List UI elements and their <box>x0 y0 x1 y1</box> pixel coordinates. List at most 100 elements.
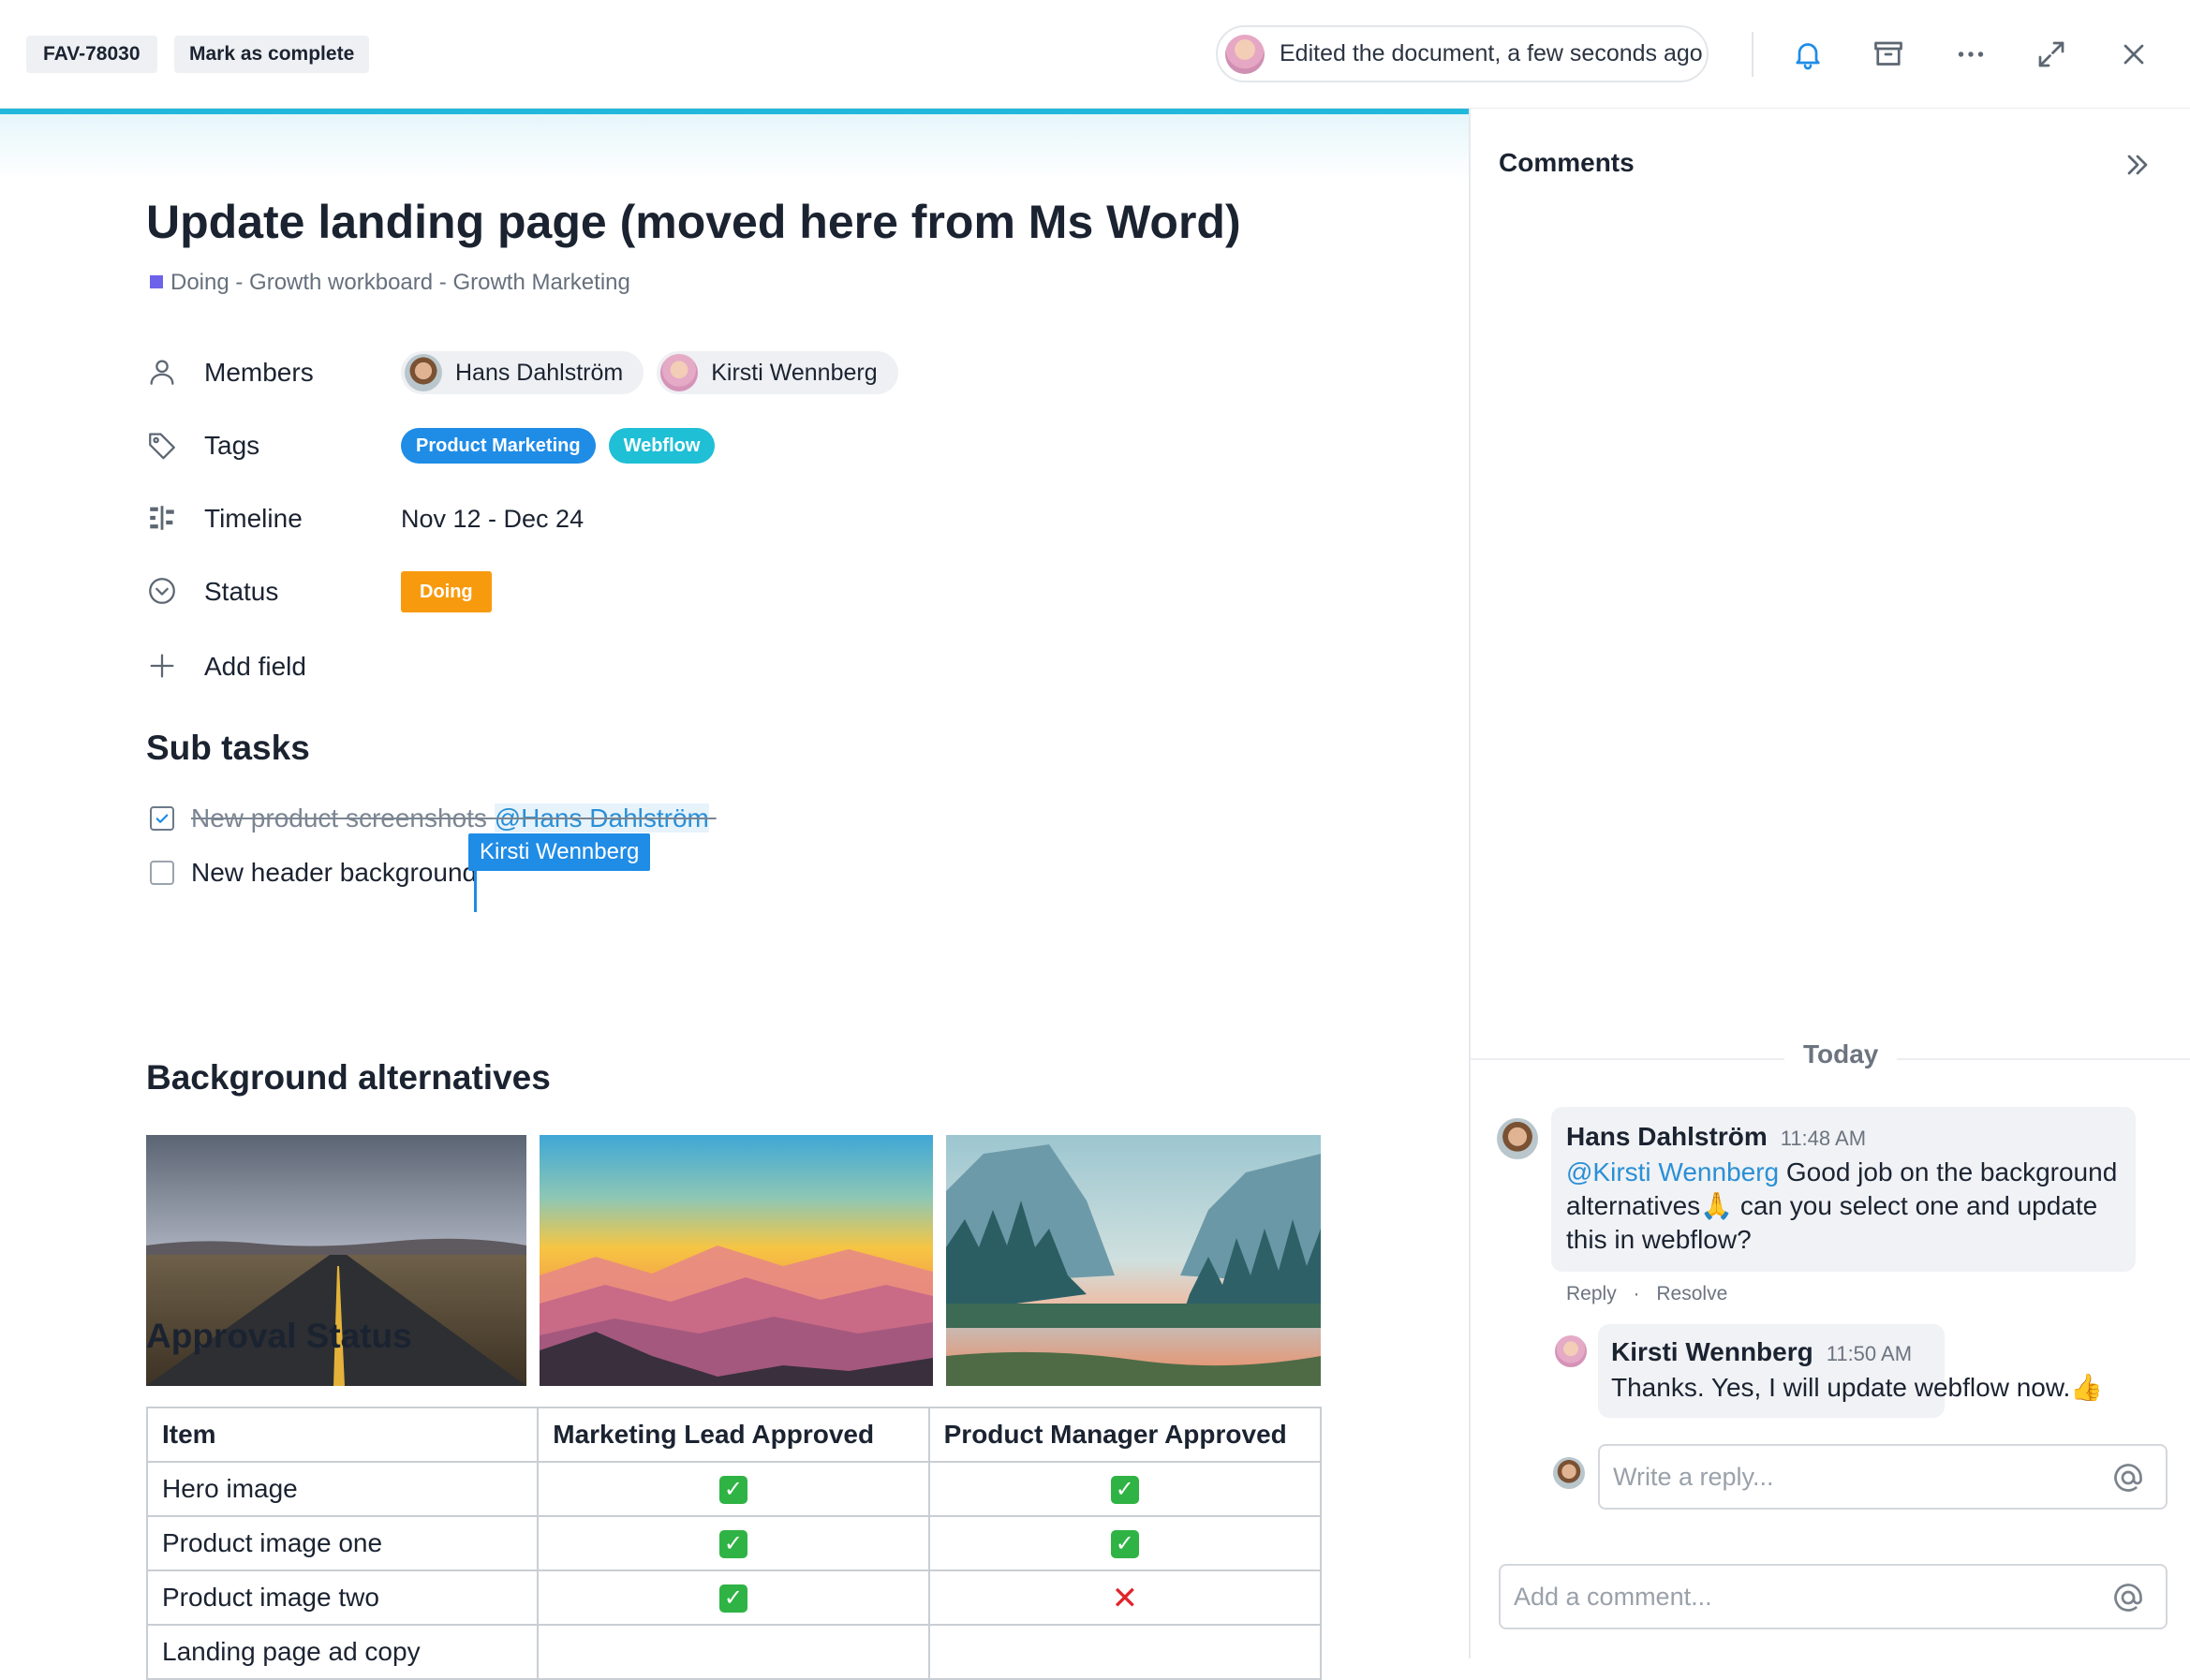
approval-table-body: Hero image✓✓Product image one✓✓Product i… <box>147 1462 1321 1679</box>
reply-bubble: Kirsti Wennberg11:50 AM Thanks. Yes, I w… <box>1598 1324 1945 1418</box>
comment-mention[interactable]: @Kirsti Wennberg <box>1566 1157 1779 1186</box>
member-chip[interactable]: Kirsti Wennberg <box>657 351 897 394</box>
mark-complete-button[interactable]: Mark as complete <box>174 36 369 73</box>
comments-title: Comments <box>1499 148 1635 178</box>
mention-icon[interactable] <box>2111 1461 2145 1495</box>
status-value-wrap: Doing <box>401 569 492 614</box>
status-badge[interactable]: Doing <box>401 571 492 612</box>
archive-icon <box>1872 37 1905 71</box>
column-header-product: Product Manager Approved <box>929 1407 1321 1462</box>
tag-icon <box>146 429 178 461</box>
sunset-mountains-photo[interactable] <box>540 1135 933 1386</box>
avatar <box>1555 1335 1587 1367</box>
task-id-badge[interactable]: FAV-78030 <box>26 36 157 73</box>
members-label: Members <box>204 350 314 395</box>
chevron-circle-icon <box>146 575 178 607</box>
table-cell-marketing: ✓ <box>538 1570 928 1625</box>
emoji: 👍 <box>2070 1373 2103 1402</box>
table-cell-marketing: ✓ <box>538 1516 928 1570</box>
tag-webflow[interactable]: Webflow <box>609 428 716 464</box>
avatar <box>1497 1118 1538 1159</box>
comment-actions: Reply · Resolve <box>1566 1283 1727 1305</box>
timeline-label: Timeline <box>204 496 303 541</box>
column-header-marketing: Marketing Lead Approved <box>538 1407 928 1462</box>
reply-header: Kirsti Wennberg 11:50 AM <box>1611 1337 1912 1367</box>
tag-product-marketing[interactable]: Product Marketing <box>401 428 596 464</box>
status-color-swatch <box>150 275 163 288</box>
approval-heading: Approval Status <box>146 1317 412 1356</box>
subtask-mention[interactable]: @Hans Dahlström <box>495 803 709 833</box>
plus-icon <box>146 650 178 682</box>
comment-author: Hans Dahlström <box>1566 1122 1768 1151</box>
table-cell-marketing: ✓ <box>538 1462 928 1516</box>
table-row: Hero image ✓ ✓ <box>147 1462 1321 1516</box>
timeline-icon <box>146 502 178 534</box>
reply-button[interactable]: Reply <box>1566 1283 1617 1304</box>
expand-button[interactable] <box>2029 32 2074 77</box>
members-list: Hans Dahlström Kirsti Wennberg <box>401 350 898 395</box>
comment-input[interactable] <box>1514 1566 2001 1628</box>
task-title[interactable]: Update landing page (moved here from Ms … <box>146 195 1241 249</box>
reply-input-box <box>1598 1444 2168 1510</box>
table-cell-product: ✓ <box>929 1516 1321 1570</box>
activity-text: Edited the document, a few seconds ago <box>1280 27 1703 81</box>
timeline-value-wrap[interactable]: Nov 12 - Dec 24 <box>401 496 584 541</box>
comment-bubble: Hans Dahlström11:48 AM @Kirsti Wennberg … <box>1551 1107 2136 1272</box>
more-icon <box>1954 37 1988 71</box>
valley-image <box>946 1135 1321 1386</box>
member-chip[interactable]: Hans Dahlström <box>401 351 644 394</box>
archive-button[interactable] <box>1866 32 1911 77</box>
add-field-button[interactable]: Add field <box>146 644 390 689</box>
table-cell-item: Hero image <box>147 1462 538 1516</box>
table-row: Landing page ad copy <box>147 1625 1321 1679</box>
table-cell-product: ✓ <box>929 1462 1321 1516</box>
close-button[interactable] <box>2111 32 2156 77</box>
add-field-label: Add field <box>204 644 306 689</box>
check-icon <box>154 810 170 827</box>
resolve-button[interactable]: Resolve <box>1656 1283 1727 1304</box>
table-cell-product <box>929 1625 1321 1679</box>
breadcrumb-text: Doing - Growth workboard - Growth Market… <box>170 270 630 295</box>
subtask-text[interactable]: New header background <box>191 858 477 888</box>
subtask-checkbox[interactable] <box>150 861 174 885</box>
mention-icon[interactable] <box>2111 1581 2145 1614</box>
subtask-checkbox[interactable] <box>150 806 174 831</box>
tags-field: Tags Product Marketing Webflow <box>146 423 989 468</box>
approved-check-icon: ✓ <box>719 1476 747 1504</box>
approved-check-icon: ✓ <box>1111 1476 1139 1504</box>
top-bar: FAV-78030 Mark as complete Edited the do… <box>0 0 2190 109</box>
expand-icon <box>2035 37 2068 71</box>
table-cell-product: ✕ <box>929 1570 1321 1625</box>
comment-body: @Kirsti Wennberg Good job on the backgro… <box>1566 1156 2128 1257</box>
more-button[interactable] <box>1948 32 1993 77</box>
breadcrumb[interactable]: Doing - Growth workboard - Growth Market… <box>150 270 630 296</box>
rejected-cross-icon: ✕ <box>1111 1584 1139 1613</box>
timeline-value: Nov 12 - Dec 24 <box>401 505 584 534</box>
collaborator-cursor-label: Kirsti Wennberg <box>468 833 650 871</box>
status-label: Status <box>204 569 278 614</box>
avatar <box>1225 35 1265 74</box>
tags-list: Product Marketing Webflow <box>401 423 715 468</box>
subtask-item: New header background <box>150 854 477 892</box>
action-separator: · <box>1634 1283 1640 1304</box>
day-label: Today <box>1784 1039 1897 1069</box>
timeline-field: Timeline Nov 12 - Dec 24 <box>146 496 989 541</box>
valley-river-photo[interactable] <box>946 1135 1321 1386</box>
activity-indicator[interactable]: Edited the document, a few seconds ago <box>1216 25 1709 82</box>
approval-table: Item Marketing Lead Approved Product Man… <box>146 1407 1322 1680</box>
reply-input[interactable] <box>1613 1446 2100 1508</box>
column-header-item: Item <box>147 1407 538 1462</box>
task-detail-window: FAV-78030 Mark as complete Edited the do… <box>0 0 2190 1658</box>
table-row: Product image one✓✓ <box>147 1516 1321 1570</box>
notifications-button[interactable] <box>1785 32 1830 77</box>
reply-time: 11:50 AM <box>1827 1342 1912 1365</box>
avatar <box>405 354 442 391</box>
collapse-panel-icon[interactable] <box>2121 148 2154 182</box>
subtask-text[interactable]: New product screenshots @Hans Dahlström <box>191 803 717 833</box>
close-icon <box>2117 37 2151 71</box>
bell-icon <box>1791 37 1825 71</box>
status-field: Status Doing <box>146 569 989 614</box>
reply-author: Kirsti Wennberg <box>1611 1337 1813 1366</box>
member-name: Hans Dahlström <box>455 360 623 387</box>
reply-text: Thanks. Yes, I will update webflow now. <box>1611 1373 2070 1402</box>
